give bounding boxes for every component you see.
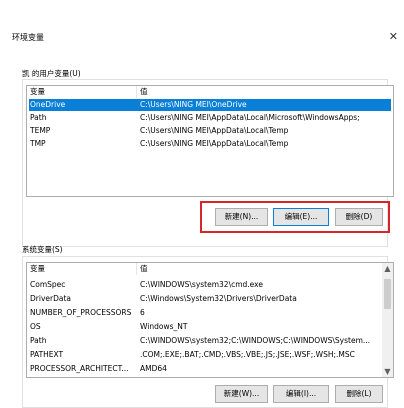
scrollbar-thumb[interactable] <box>384 279 391 309</box>
var-name: TMP <box>30 139 46 148</box>
var-value: C:\WINDOWS\system32;C:\WINDOWS;C:\WINDOW… <box>140 336 371 345</box>
var-name: DriverData <box>30 294 71 303</box>
close-icon[interactable]: ✕ <box>389 30 398 43</box>
system-var-row[interactable]: NUMBER_OF_PROCESSORS 6 <box>29 307 380 319</box>
column-header-variable[interactable]: 变量 <box>27 263 137 275</box>
user-delete-button[interactable]: 删除(D) <box>335 208 383 226</box>
var-value: C:\Windows\System32\Drivers\DriverData <box>140 294 297 303</box>
var-value: C:\Users\NING MEI\AppData\Local\Temp <box>140 139 289 148</box>
system-delete-button[interactable]: 删除(L) <box>335 385 383 403</box>
user-new-button[interactable]: 新建(N)... <box>215 208 268 226</box>
dialog-title: 环境变量 <box>12 33 44 42</box>
user-var-row-temp[interactable]: TEMP C:\Users\NING MEI\AppData\Local\Tem… <box>29 125 391 137</box>
user-vars-header: 变量 值 <box>27 86 393 98</box>
var-value: C:\WINDOWS\system32\cmd.exe <box>140 280 263 289</box>
column-header-value[interactable]: 值 <box>137 263 393 275</box>
var-name: OneDrive <box>30 100 66 109</box>
var-name: OS <box>30 322 41 331</box>
var-value: C:\Users\NING MEI\AppData\Local\Temp <box>140 126 289 135</box>
scroll-down-icon[interactable]: ▼ <box>382 366 393 377</box>
var-value: Windows_NT <box>140 322 188 331</box>
system-var-row[interactable]: OS Windows_NT <box>29 321 380 333</box>
var-value: AMD64 <box>140 364 167 373</box>
var-value: C:\Users\NING MEI\AppData\Local\Microsof… <box>140 113 360 122</box>
var-value: 6 <box>140 308 145 317</box>
var-name: ComSpec <box>30 280 66 289</box>
scroll-up-icon[interactable]: ▲ <box>382 263 393 274</box>
user-vars-list[interactable]: 变量 值 OneDrive C:\Users\NING MEI\OneDrive… <box>26 85 394 197</box>
system-new-button[interactable]: 新建(W)... <box>215 385 268 403</box>
var-value: .COM;.EXE;.BAT;.CMD;.VBS;.VBE;.JS;.JSE;.… <box>140 350 355 359</box>
user-var-row-onedrive[interactable]: OneDrive C:\Users\NING MEI\OneDrive <box>29 99 391 111</box>
user-var-row-path[interactable]: Path C:\Users\NING MEI\AppData\Local\Mic… <box>29 112 391 124</box>
var-name: PATHEXT <box>30 350 64 359</box>
var-name: Path <box>30 113 47 122</box>
var-value: C:\Users\NING MEI\OneDrive <box>140 100 247 109</box>
column-header-variable[interactable]: 变量 <box>27 86 137 98</box>
var-name: TEMP <box>30 126 51 135</box>
var-name: NUMBER_OF_PROCESSORS <box>30 308 132 317</box>
column-header-value[interactable]: 值 <box>137 86 393 98</box>
system-edit-button[interactable]: 编辑(I)... <box>273 385 329 403</box>
system-var-row[interactable]: PATHEXT .COM;.EXE;.BAT;.CMD;.VBS;.VBE;.J… <box>29 349 380 361</box>
user-var-row-tmp[interactable]: TMP C:\Users\NING MEI\AppData\Local\Temp <box>29 138 391 150</box>
var-name: PROCESSOR_ARCHITECT... <box>30 364 129 373</box>
user-vars-label: 凯 的用户变量(U) <box>22 69 81 78</box>
vertical-scrollbar[interactable]: ▲ ▼ <box>382 263 393 377</box>
system-var-row[interactable]: Path C:\WINDOWS\system32;C:\WINDOWS;C:\W… <box>29 335 380 347</box>
system-vars-header: 变量 值 <box>27 263 393 275</box>
system-vars-list[interactable]: 变量 值 ComSpec C:\WINDOWS\system32\cmd.exe… <box>26 262 394 378</box>
user-edit-button[interactable]: 编辑(E)... <box>273 208 329 226</box>
system-var-row[interactable]: DriverData C:\Windows\System32\Drivers\D… <box>29 293 380 305</box>
system-var-row[interactable]: ComSpec C:\WINDOWS\system32\cmd.exe <box>29 279 380 291</box>
var-name: Path <box>30 336 47 345</box>
system-var-row[interactable]: PROCESSOR_ARCHITECT... AMD64 <box>29 363 380 375</box>
system-vars-label: 系统变量(S) <box>22 245 63 254</box>
